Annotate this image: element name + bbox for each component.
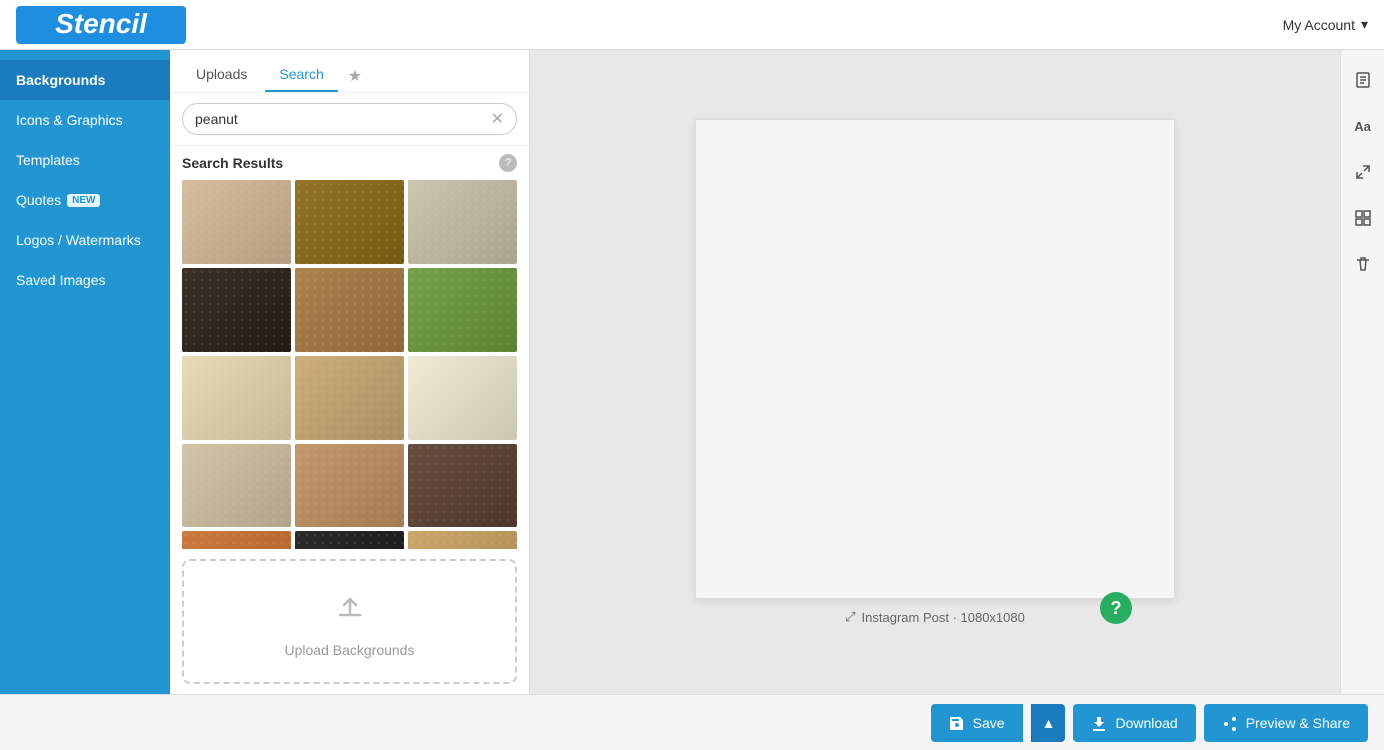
top-bar: Stencil My Account ▾	[0, 0, 1384, 50]
sidebar-item-label: Logos / Watermarks	[16, 232, 141, 248]
upload-area[interactable]: Upload Backgrounds	[182, 559, 517, 684]
sidebar-item-label: Quotes	[16, 192, 61, 208]
grid-image[interactable]	[408, 531, 517, 549]
grid-image[interactable]	[295, 268, 404, 352]
grid-image[interactable]	[408, 444, 517, 528]
my-account-button[interactable]: My Account ▾	[1283, 16, 1368, 33]
grid-image[interactable]	[408, 268, 517, 352]
grid-image[interactable]	[182, 444, 291, 528]
sidebar-item-label: Templates	[16, 152, 80, 168]
grid-image[interactable]	[182, 531, 291, 549]
grid-icon[interactable]	[1349, 204, 1377, 232]
resize-icon[interactable]	[1349, 158, 1377, 186]
sidebar-item-label: Backgrounds	[16, 72, 105, 88]
image-grid	[182, 180, 517, 549]
sidebar: Backgrounds Icons & Graphics Templates Quot…	[0, 50, 170, 694]
search-input-wrap: ✕	[182, 103, 517, 135]
help-float-button[interactable]: ?	[1100, 592, 1132, 624]
app-logo: Stencil	[16, 6, 186, 44]
upload-label: Upload Backgrounds	[208, 642, 491, 658]
new-badge: NEW	[67, 194, 100, 207]
preview-share-label: Preview & Share	[1246, 715, 1350, 731]
results-help-icon[interactable]: ?	[499, 154, 517, 172]
download-button[interactable]: Download	[1073, 704, 1195, 742]
grid-image[interactable]	[408, 356, 517, 440]
search-input[interactable]	[195, 111, 491, 127]
main-layout: Backgrounds Icons & Graphics Templates Quot…	[0, 50, 1384, 694]
star-icon[interactable]: ★	[348, 66, 362, 86]
canvas-expand-icon: ⤢	[845, 609, 855, 625]
canvas-box[interactable]	[695, 119, 1175, 599]
clear-search-button[interactable]: ✕	[491, 109, 504, 129]
canvas-label: ⤢ Instagram Post · 1080x1080	[845, 609, 1025, 625]
sidebar-item-icons-graphics[interactable]: Icons & Graphics	[0, 100, 170, 140]
grid-image[interactable]	[295, 444, 404, 528]
tab-uploads[interactable]: Uploads	[182, 60, 261, 92]
sidebar-item-backgrounds[interactable]: Backgrounds	[0, 60, 170, 100]
search-bar: ✕	[170, 93, 529, 146]
canvas-area: ⤢ Instagram Post · 1080x1080 ?	[530, 50, 1340, 694]
delete-icon[interactable]	[1349, 250, 1377, 278]
my-account-label: My Account	[1283, 17, 1355, 33]
grid-image[interactable]	[408, 180, 517, 264]
save-label: Save	[973, 715, 1005, 731]
canvas-size-label: Instagram Post · 1080x1080	[862, 610, 1025, 625]
tab-search[interactable]: Search	[265, 60, 337, 92]
grid-image[interactable]	[182, 268, 291, 352]
results-header: Search Results ?	[170, 146, 529, 180]
sidebar-item-label: Saved Images	[16, 272, 106, 288]
chevron-down-icon: ▾	[1361, 16, 1368, 33]
right-toolbar: Aa	[1340, 50, 1384, 694]
sidebar-item-quotes[interactable]: Quotes NEW	[0, 180, 170, 220]
sidebar-item-saved-images[interactable]: Saved Images	[0, 260, 170, 300]
save-button[interactable]: Save	[931, 704, 1023, 742]
sidebar-item-templates[interactable]: Templates	[0, 140, 170, 180]
preview-share-button[interactable]: Preview & Share	[1204, 704, 1368, 742]
grid-image[interactable]	[295, 180, 404, 264]
download-label: Download	[1115, 715, 1177, 731]
sidebar-item-label: Icons & Graphics	[16, 112, 123, 128]
upload-icon	[208, 585, 491, 634]
grid-image[interactable]	[295, 356, 404, 440]
grid-image[interactable]	[295, 531, 404, 549]
image-grid-container	[170, 180, 529, 549]
panel-tabs: UploadsSearch ★	[170, 50, 529, 93]
search-panel: UploadsSearch ★ ✕ Search Results ?	[170, 50, 530, 694]
text-icon[interactable]: Aa	[1349, 112, 1377, 140]
grid-image[interactable]	[182, 356, 291, 440]
document-icon[interactable]	[1349, 66, 1377, 94]
grid-image[interactable]	[182, 180, 291, 264]
sidebar-item-logos-watermarks[interactable]: Logos / Watermarks	[0, 220, 170, 260]
results-title: Search Results	[182, 155, 283, 171]
bottom-bar: Save ▲ Download Preview & Share	[0, 694, 1384, 750]
save-arrow-button[interactable]: ▲	[1031, 704, 1066, 742]
